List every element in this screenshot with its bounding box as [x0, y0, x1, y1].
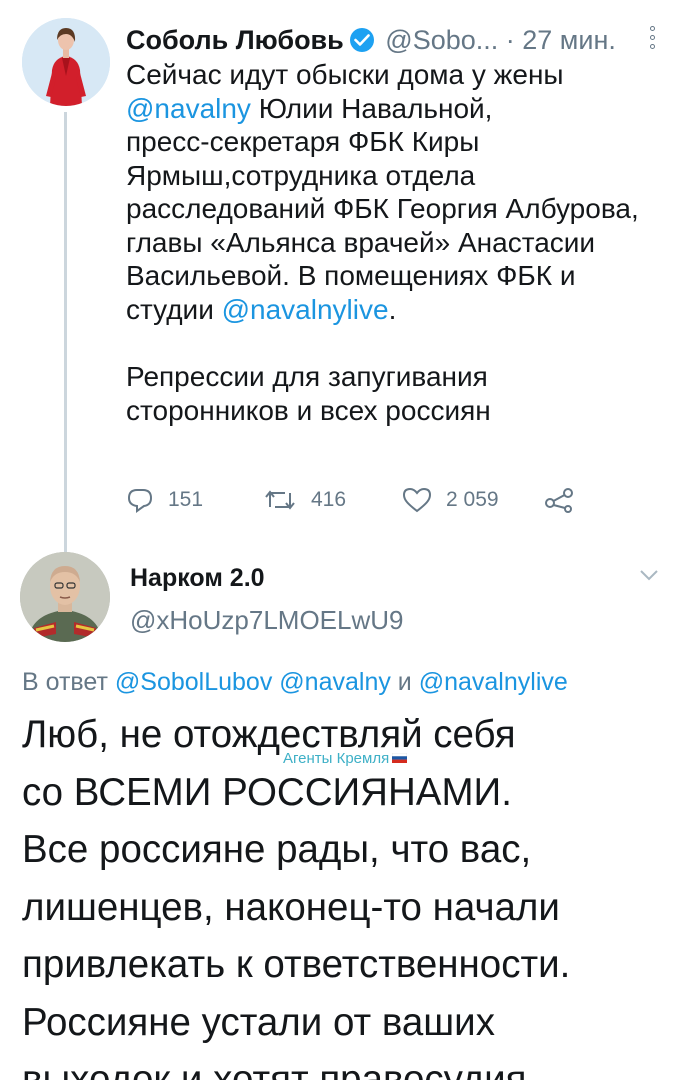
tweet-line: сторонников и всех россиян	[126, 394, 491, 426]
tweet-line: Репрессии для запугивания	[126, 361, 488, 392]
reply-line: привлекать к ответственности.	[22, 943, 571, 986]
tweet-line: Сейчас идут обыски дома у жены	[126, 59, 564, 90]
reply-prefix: В ответ	[22, 668, 115, 696]
mention-link[interactable]: @navalnylive	[419, 668, 568, 696]
watermark: Агенты Кремля	[283, 750, 408, 768]
avatar-sobol[interactable]	[22, 18, 110, 106]
tweet-actions: 151 416 2 059	[126, 480, 586, 520]
reply-button[interactable]: 151	[126, 480, 203, 520]
tweet-line: студии @navalnylive.	[126, 293, 671, 327]
tweet-text-fragment: Юлии Навальной,	[250, 92, 493, 124]
author-handle[interactable]: @Sobo...	[385, 25, 498, 55]
reply-line: Все россияне рады, что вас,	[22, 828, 532, 871]
tweet-text: Сейчас идут обыски дома у жены @navalny …	[126, 58, 671, 427]
share-button[interactable]	[544, 480, 588, 520]
tweet-text-fragment: студии	[126, 293, 222, 325]
reply-count: 151	[168, 488, 204, 511]
tweet-text-fragment: .	[388, 293, 397, 325]
tweet-line: главы «Альянса врачей» Анастасии	[126, 226, 596, 258]
tweet-line: Ярмыш,сотрудника отдела	[126, 159, 476, 191]
author-name[interactable]: Соболь Любовь	[126, 25, 344, 55]
russian-flag-icon	[392, 753, 408, 763]
avatar-narkom[interactable]	[20, 552, 110, 642]
mention-link[interactable]: @navalny	[279, 668, 391, 696]
tweet-time[interactable]: · 27 мин.	[506, 25, 616, 55]
retweet-button[interactable]: 416	[263, 480, 346, 520]
reply-author-name[interactable]: Нарком 2.0	[130, 562, 265, 594]
tweet-line: пресс-секретаря ФБК Киры	[126, 126, 480, 157]
tweet-line: расследований ФБК Георгия Албурова,	[126, 193, 639, 224]
thread-line	[64, 112, 67, 552]
reply-line: лишенцев, наконец-то начали	[22, 885, 560, 929]
mention-link[interactable]: @SobolLubov	[115, 668, 272, 696]
reply-author-handle[interactable]: @xHoUzp7LMOELwU9	[130, 604, 403, 636]
replying-to: В ответ @SobolLubov @navalny и @navalnyl…	[22, 666, 568, 698]
reply-icon	[127, 489, 153, 513]
like-count: 2 059	[446, 488, 499, 511]
watermark-text: Агенты Кремля	[283, 750, 390, 767]
verified-icon	[349, 28, 374, 52]
reply-line: Россияне устали от ваших	[22, 1000, 495, 1044]
reply-and: и	[390, 668, 419, 696]
more-icon[interactable]	[647, 26, 657, 54]
share-icon	[545, 488, 573, 513]
retweet-count: 416	[311, 488, 347, 511]
chevron-down-icon[interactable]	[639, 568, 659, 582]
reply-line: со ВСЕМИ РОССИЯНАМИ.	[22, 770, 512, 814]
like-icon	[402, 487, 432, 513]
tweet-original: Соболь Любовь @Sobo... · 27 мин. Сейчас …	[0, 0, 685, 552]
tweet-line: @navalny Юлии Навальной,	[126, 92, 671, 126]
tweet-header: Соболь Любовь @Sobo... · 27 мин.	[126, 22, 671, 58]
like-button[interactable]: 2 059	[402, 480, 499, 520]
mention-link[interactable]: @navalnylive	[222, 294, 389, 325]
mention-link[interactable]: @navalny	[126, 93, 251, 124]
retweet-icon	[265, 490, 295, 510]
reply-line: выходок и хотят правосудия.	[22, 1058, 538, 1080]
tweet-line: Васильевой. В помещениях ФБК и	[126, 260, 576, 291]
